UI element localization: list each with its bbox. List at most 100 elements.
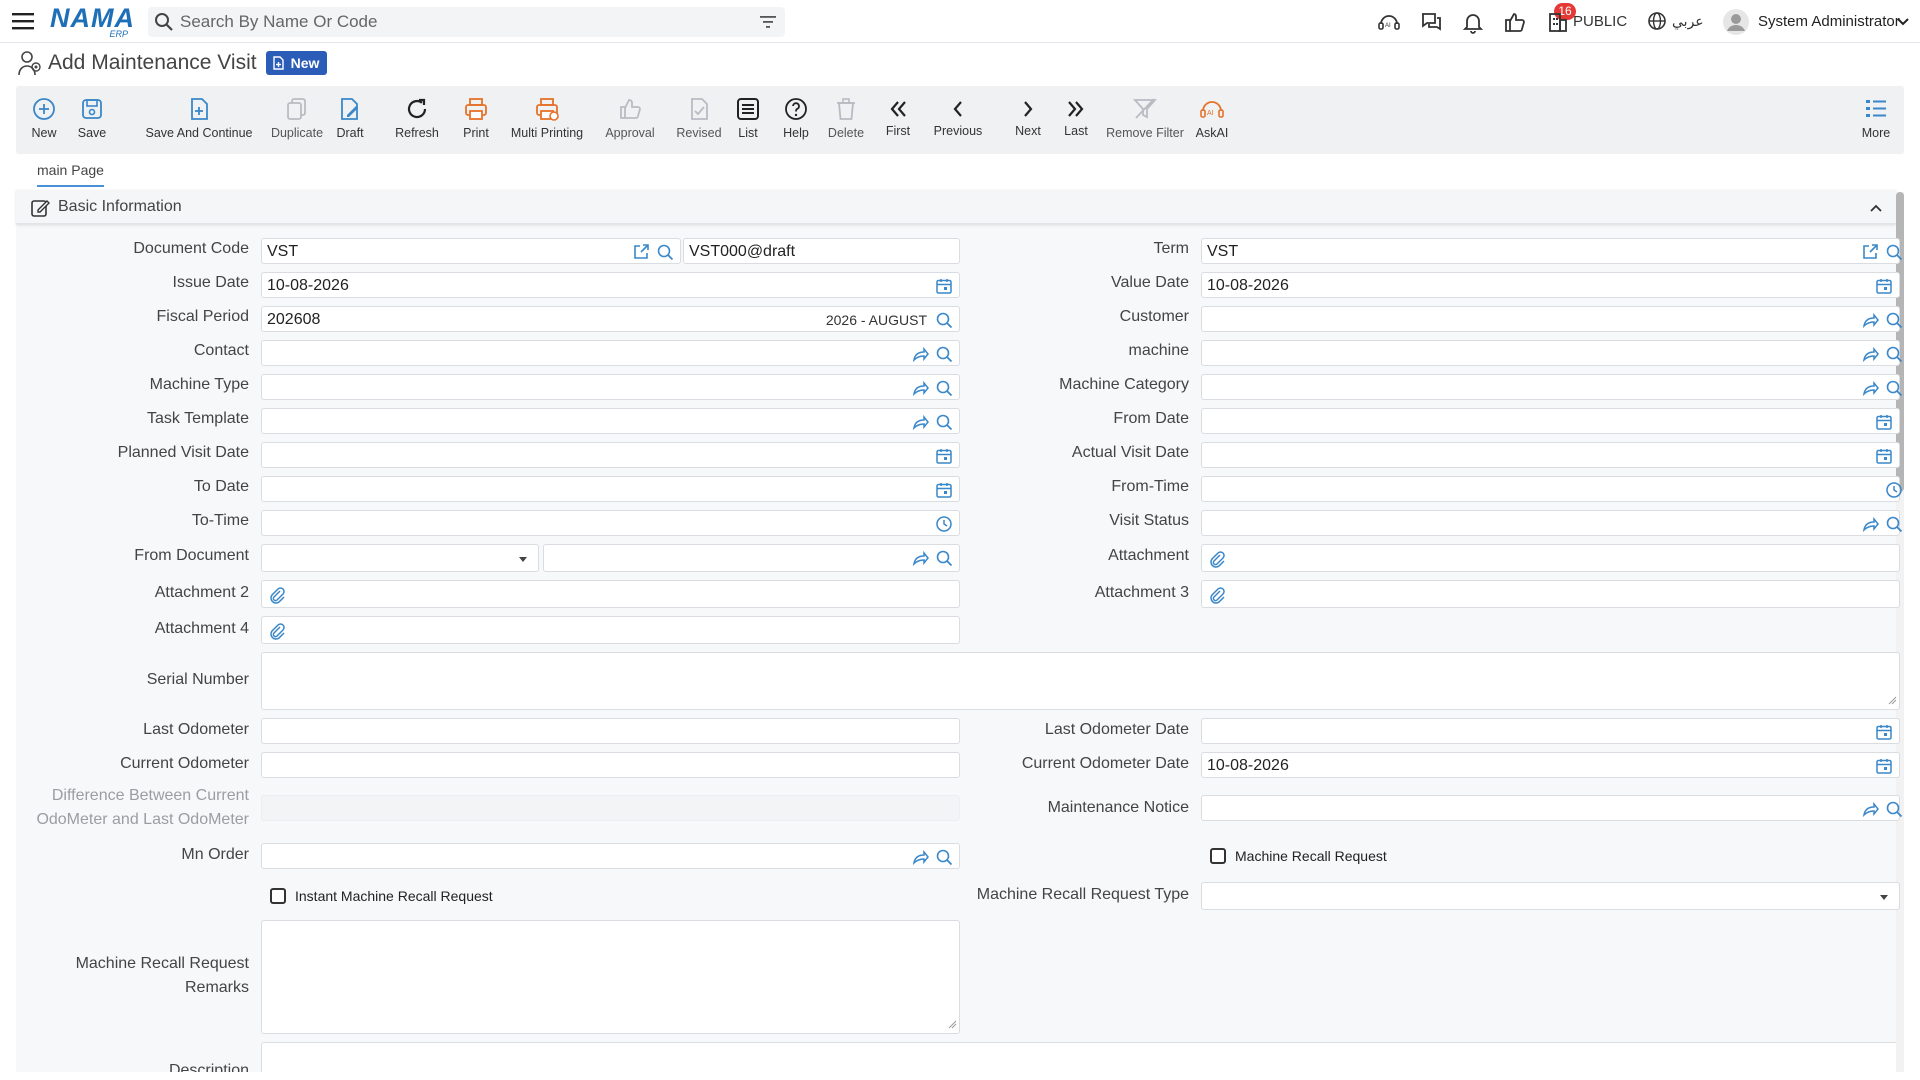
- help-button[interactable]: Help: [774, 86, 818, 154]
- chat-icon[interactable]: [1419, 10, 1443, 34]
- new-button[interactable]: New: [26, 86, 62, 154]
- paperclip-icon[interactable]: [1208, 586, 1226, 604]
- search-input[interactable]: [180, 12, 740, 32]
- save-button[interactable]: Save: [74, 86, 110, 154]
- lookup-search-icon[interactable]: [1885, 515, 1903, 533]
- paperclip-icon[interactable]: [268, 622, 286, 640]
- share-arrow-icon[interactable]: [911, 345, 929, 363]
- machine-recall-remarks-textarea[interactable]: [261, 920, 960, 1034]
- user-name[interactable]: System Administrator: [1758, 13, 1900, 30]
- lookup-search-icon[interactable]: [1885, 379, 1903, 397]
- ai-assistant-icon[interactable]: AI: [1377, 10, 1401, 34]
- share-arrow-icon[interactable]: [1861, 345, 1879, 363]
- avatar[interactable]: [1723, 9, 1749, 35]
- last-odometer-field[interactable]: [261, 718, 960, 744]
- share-arrow-icon[interactable]: [1861, 311, 1879, 329]
- term-field[interactable]: VST: [1201, 238, 1903, 264]
- branch-label[interactable]: PUBLIC: [1573, 13, 1627, 30]
- lookup-search-icon[interactable]: [935, 311, 953, 329]
- value-date-field[interactable]: 10-08-2026: [1201, 272, 1900, 298]
- lookup-search-icon[interactable]: [1885, 311, 1903, 329]
- chevron-up-icon[interactable]: [1868, 200, 1884, 216]
- lookup-search-icon[interactable]: [935, 549, 953, 567]
- attachment-4-field[interactable]: [261, 616, 960, 644]
- machine-recall-request-checkbox[interactable]: [1210, 848, 1226, 864]
- remove-filter-button[interactable]: Remove Filter: [1098, 86, 1192, 154]
- calendar-icon[interactable]: [935, 481, 953, 499]
- more-button[interactable]: More: [1856, 86, 1896, 154]
- customer-field[interactable]: [1201, 306, 1903, 332]
- from-document-type-select[interactable]: [261, 544, 539, 572]
- multi-printing-button[interactable]: Multi Printing: [498, 86, 596, 154]
- lookup-search-icon[interactable]: [935, 345, 953, 363]
- resize-handle-icon[interactable]: [947, 1019, 957, 1029]
- revised-button[interactable]: Revised: [662, 86, 736, 154]
- resize-handle-icon[interactable]: [1887, 695, 1897, 705]
- share-arrow-icon[interactable]: [1861, 515, 1879, 533]
- fiscal-period-field[interactable]: 202608 2026 - AUGUST: [261, 306, 960, 332]
- attachment-2-field[interactable]: [261, 580, 960, 608]
- menu-icon[interactable]: [12, 11, 34, 31]
- current-odometer-date-field[interactable]: 10-08-2026: [1201, 752, 1900, 778]
- approval-button[interactable]: Approval: [588, 86, 672, 154]
- calendar-icon[interactable]: [1875, 757, 1893, 775]
- delete-button[interactable]: Delete: [818, 86, 874, 154]
- lookup-search-icon[interactable]: [935, 379, 953, 397]
- lookup-search-icon[interactable]: [1885, 243, 1903, 261]
- section-basic-information[interactable]: Basic Information: [16, 190, 1896, 224]
- save-and-continue-button[interactable]: Save And Continue: [128, 86, 270, 154]
- description-textarea[interactable]: [261, 1042, 1896, 1072]
- attachment-field[interactable]: [1201, 544, 1900, 572]
- tasks-icon[interactable]: [1503, 10, 1527, 34]
- mn-order-field[interactable]: [261, 843, 960, 869]
- maintenance-notice-field[interactable]: [1201, 795, 1903, 821]
- last-odometer-date-field[interactable]: [1201, 718, 1900, 744]
- planned-visit-date-field[interactable]: [261, 442, 960, 468]
- list-button[interactable]: List: [728, 86, 768, 154]
- chevron-down-icon[interactable]: [1896, 15, 1910, 29]
- nama-logo[interactable]: NAMA ERP: [50, 4, 134, 39]
- clock-icon[interactable]: [935, 515, 953, 533]
- calendar-icon[interactable]: [1875, 413, 1893, 431]
- globe-icon[interactable]: [1647, 11, 1667, 31]
- contact-field[interactable]: [261, 340, 960, 366]
- serial-number-textarea[interactable]: [261, 652, 1900, 710]
- refresh-button[interactable]: Refresh: [386, 86, 448, 154]
- share-arrow-icon[interactable]: [911, 413, 929, 431]
- actual-visit-date-field[interactable]: [1201, 442, 1900, 468]
- machine-type-field[interactable]: [261, 374, 960, 400]
- from-date-field[interactable]: [1201, 408, 1900, 434]
- calendar-icon[interactable]: [935, 277, 953, 295]
- issue-date-field[interactable]: 10-08-2026: [261, 272, 960, 298]
- tab-main-page[interactable]: main Page: [37, 162, 104, 187]
- lookup-search-icon[interactable]: [1885, 800, 1903, 818]
- clock-icon[interactable]: [1885, 481, 1903, 499]
- first-button[interactable]: First: [878, 86, 918, 154]
- calendar-icon[interactable]: [1875, 723, 1893, 741]
- lookup-search-icon[interactable]: [656, 243, 674, 261]
- draft-button[interactable]: Draft: [328, 86, 372, 154]
- from-document-field[interactable]: [543, 544, 960, 572]
- share-arrow-icon[interactable]: [911, 549, 929, 567]
- from-time-field[interactable]: [1201, 476, 1903, 502]
- paperclip-icon[interactable]: [1208, 550, 1226, 568]
- last-button[interactable]: Last: [1056, 86, 1096, 154]
- share-arrow-icon[interactable]: [911, 379, 929, 397]
- instant-machine-recall-request-checkbox[interactable]: [270, 888, 286, 904]
- open-external-icon[interactable]: [1861, 243, 1879, 261]
- paperclip-icon[interactable]: [268, 586, 286, 604]
- filter-icon[interactable]: [759, 13, 777, 31]
- visit-status-field[interactable]: [1201, 510, 1903, 536]
- language-switch[interactable]: عربي: [1672, 13, 1704, 30]
- share-arrow-icon[interactable]: [911, 848, 929, 866]
- calendar-icon[interactable]: [1875, 277, 1893, 295]
- open-external-icon[interactable]: [632, 243, 650, 261]
- machine-field[interactable]: [1201, 340, 1903, 366]
- share-arrow-icon[interactable]: [1861, 800, 1879, 818]
- current-odometer-field[interactable]: [261, 752, 960, 778]
- share-arrow-icon[interactable]: [1861, 379, 1879, 397]
- machine-recall-request-type-select[interactable]: [1201, 882, 1900, 910]
- calendar-icon[interactable]: [935, 447, 953, 465]
- askai-button[interactable]: AI AskAI: [1190, 86, 1234, 154]
- print-button[interactable]: Print: [452, 86, 500, 154]
